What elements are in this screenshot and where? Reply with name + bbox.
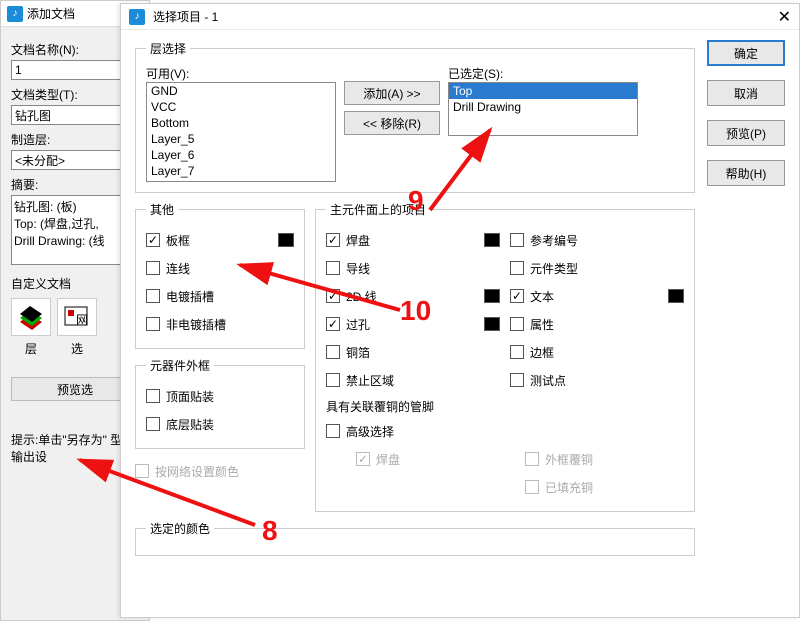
chk-testpoint[interactable]: 测试点 (510, 366, 684, 394)
summary-line: Top: (焊盘,过孔, (14, 215, 136, 232)
cancel-button[interactable]: 取消 (707, 80, 785, 106)
chk-comp-type[interactable]: 元件类型 (510, 254, 684, 282)
chk-connections[interactable]: 连线 (146, 254, 294, 282)
list-item[interactable]: VCC (147, 99, 335, 115)
checkbox-icon (326, 424, 340, 438)
preview-button[interactable]: 预览(P) (707, 120, 785, 146)
chk-copper[interactable]: 铜箔 (326, 338, 500, 366)
checkbox-icon (146, 289, 160, 303)
chk-bottom-mount[interactable]: 底层贴装 (146, 410, 294, 438)
checkbox-icon (510, 261, 524, 275)
chk-board-outline[interactable]: 板框 (146, 226, 294, 254)
col-header-layer: 层 (11, 340, 51, 357)
checkbox-icon (326, 345, 340, 359)
component-outline-group: 元器件外框 顶面贴装 底层贴装 (135, 357, 305, 449)
selected-color-legend: 选定的颜色 (146, 520, 214, 537)
chk-top-mount[interactable]: 顶面贴装 (146, 382, 294, 410)
board-icon: 网 (62, 304, 92, 330)
add-button[interactable]: 添加(A) >> (344, 81, 440, 105)
chk-net-color: 按网络设置颜色 (135, 457, 305, 485)
list-item[interactable]: GND (147, 83, 335, 99)
app-icon: ♪ (129, 9, 145, 25)
chk-border[interactable]: 边框 (510, 338, 684, 366)
list-item[interactable]: Layer_5 (147, 131, 335, 147)
list-item[interactable]: Layer_7 (147, 163, 335, 179)
select-items-titlebar: ♪ 选择项目 - 1 ✕ (121, 4, 799, 30)
chk-refdes[interactable]: 参考编号 (510, 226, 684, 254)
add-doc-title: 添加文档 (27, 5, 75, 22)
list-item[interactable]: Top (449, 83, 637, 99)
color-swatch[interactable] (484, 289, 500, 303)
chk-adv-outline-copper: 外框覆铜 (525, 445, 684, 473)
available-label: 可用(V): (146, 65, 336, 82)
custom-doc-icon-layers[interactable] (11, 298, 51, 336)
checkbox-icon (146, 261, 160, 275)
color-swatch[interactable] (484, 317, 500, 331)
component-outline-legend: 元器件外框 (146, 357, 214, 374)
col-header-sel: 选 (57, 340, 97, 357)
layer-select-legend: 层选择 (146, 40, 190, 57)
remove-button[interactable]: << 移除(R) (344, 111, 440, 135)
checkbox-icon (146, 233, 160, 247)
chk-vias[interactable]: 过孔 (326, 310, 500, 338)
main-items-group: 主元件面上的项目 焊盘 导线 2D 线 过孔 铜箔 禁止区域 (315, 201, 695, 512)
chk-adv-pads: 焊盘 (356, 445, 515, 473)
checkbox-icon (326, 261, 340, 275)
other-group: 其他 板框 连线 电镀插槽 非电镀插槽 (135, 201, 305, 349)
checkbox-icon (135, 464, 149, 478)
chk-text[interactable]: 文本 (510, 282, 684, 310)
chk-nonplated-slot[interactable]: 非电镀插槽 (146, 310, 294, 338)
chk-traces[interactable]: 导线 (326, 254, 500, 282)
color-swatch[interactable] (668, 289, 684, 303)
select-items-title: 选择项目 - 1 (153, 8, 218, 25)
color-swatch[interactable] (278, 233, 294, 247)
chk-adv-filled-copper: 已填充铜 (525, 473, 684, 501)
selected-label: 已选定(S): (448, 65, 638, 82)
checkbox-icon (326, 289, 340, 303)
list-item[interactable]: Layer_6 (147, 147, 335, 163)
other-legend: 其他 (146, 201, 178, 218)
svg-text:网: 网 (76, 313, 88, 327)
selected-list[interactable]: Top Drill Drawing (448, 82, 638, 136)
main-items-legend: 主元件面上的项目 (326, 201, 430, 218)
layer-select-group: 层选择 可用(V): GND VCC Bottom Layer_5 Layer_… (135, 40, 695, 193)
checkbox-icon (510, 373, 524, 387)
layers-icon (16, 304, 46, 330)
checkbox-icon (525, 452, 539, 466)
checkbox-icon (326, 233, 340, 247)
selected-color-group: 选定的颜色 (135, 520, 695, 556)
ok-button[interactable]: 确定 (707, 40, 785, 66)
list-item[interactable]: Bottom (147, 115, 335, 131)
app-icon: ♪ (7, 6, 23, 22)
checkbox-icon (146, 317, 160, 331)
summary-line: Drill Drawing: (线 (14, 232, 136, 249)
checkbox-icon (146, 417, 160, 431)
list-item[interactable]: Drill Drawing (449, 99, 637, 115)
available-list[interactable]: GND VCC Bottom Layer_5 Layer_6 Layer_7 (146, 82, 336, 182)
chk-plated-slot[interactable]: 电镀插槽 (146, 282, 294, 310)
checkbox-icon (326, 373, 340, 387)
color-swatch[interactable] (484, 233, 500, 247)
custom-doc-icon-board[interactable]: 网 (57, 298, 97, 336)
assoc-copper-label: 具有关联覆铜的管脚 (326, 398, 684, 415)
chk-advanced-select[interactable]: 高级选择 (326, 417, 684, 445)
select-items-dialog: ♪ 选择项目 - 1 ✕ 层选择 可用(V): GND VCC Bottom L… (120, 3, 800, 618)
close-button[interactable]: ✕ (778, 7, 791, 27)
checkbox-icon (356, 452, 370, 466)
checkbox-icon (510, 345, 524, 359)
doc-type-value: 钻孔图 (15, 107, 51, 124)
chk-keepout[interactable]: 禁止区域 (326, 366, 500, 394)
chk-2d-lines[interactable]: 2D 线 (326, 282, 500, 310)
chk-pads[interactable]: 焊盘 (326, 226, 500, 254)
checkbox-icon (525, 480, 539, 494)
checkbox-icon (146, 389, 160, 403)
checkbox-icon (510, 233, 524, 247)
mfg-layer-value: <未分配> (15, 152, 65, 169)
checkbox-icon (326, 317, 340, 331)
chk-attributes[interactable]: 属性 (510, 310, 684, 338)
checkbox-icon (510, 317, 524, 331)
summary-line: 钻孔图: (板) (14, 198, 136, 215)
checkbox-icon (510, 289, 524, 303)
help-button[interactable]: 帮助(H) (707, 160, 785, 186)
